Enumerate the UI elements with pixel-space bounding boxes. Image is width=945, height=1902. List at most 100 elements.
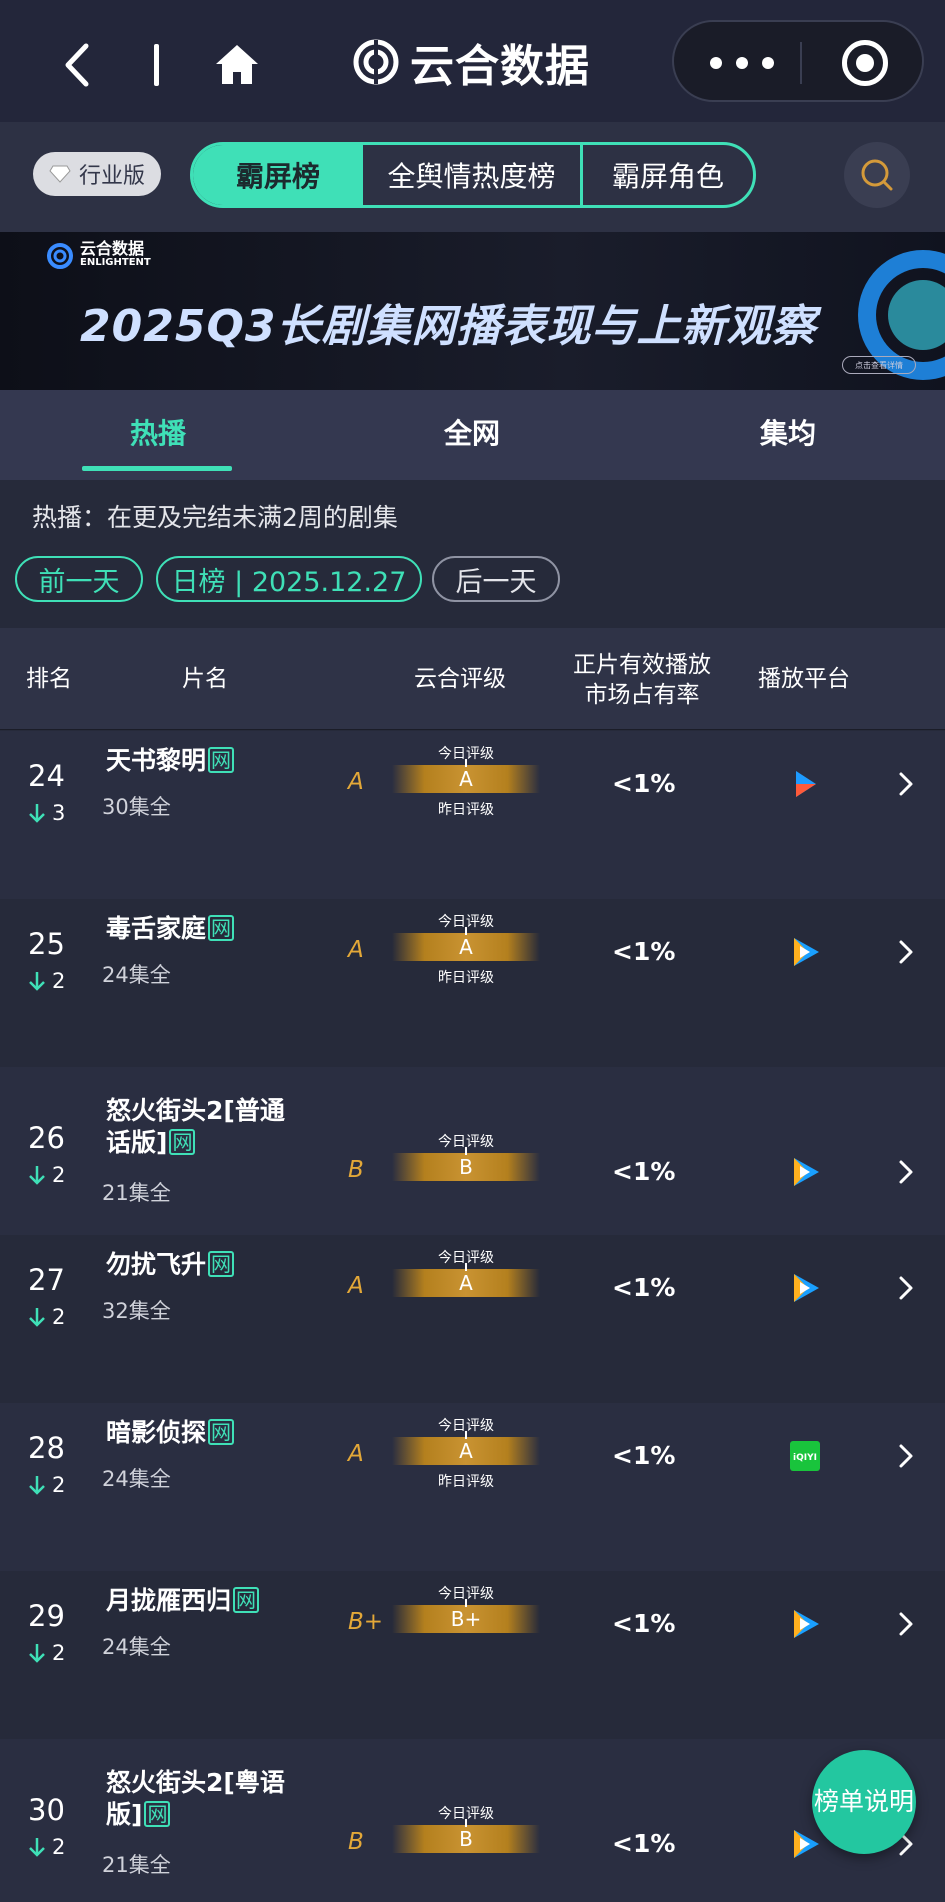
table-row[interactable]: 29 2 月拢雁西归网 24集全 B+ 今日评级 B+ <1% [0,1571,945,1739]
grade-bar: B [392,1147,540,1181]
nav-separator [154,44,159,86]
market-share: <1% [612,937,676,966]
rank-number: 26 [28,1121,65,1155]
rank-number: 28 [28,1431,65,1465]
table-row[interactable]: 26 2 怒火街头2[普通话版] 网 21集全 B 今日评级 B <1% [0,1067,945,1235]
tab-per-episode[interactable]: 集均 [760,412,816,452]
segment-screen-dominance[interactable]: 霸屏榜 [193,145,363,205]
episode-count: 32集全 [102,1299,171,1323]
banner-cta[interactable]: 点击查看详情 [842,356,916,374]
tencent-platform-icon [788,1827,822,1861]
more-menu-icon[interactable] [710,50,774,76]
grade-bar: B [392,1819,540,1853]
tencent-platform-icon [788,1607,822,1641]
web-series-tag: 网 [208,915,235,941]
grade-letter: B+ [348,1609,384,1635]
drama-title: 天书黎明网 [106,745,306,777]
rank-change-value: 2 [52,1163,66,1187]
drama-title-text: 暗影侦探 [106,1418,207,1447]
drama-title: 怒火街头2[普通话版] 网 [106,1095,306,1159]
drama-title-text: 勿扰飞升 [106,1250,207,1279]
app-title: 云合数据 [352,32,590,92]
chevron-right-icon[interactable] [896,1609,916,1639]
segment-dominant-roles[interactable]: 霸屏角色 [583,145,753,205]
web-series-tag: 网 [169,1129,196,1155]
grade-letter: B [348,1829,364,1855]
episode-count: 24集全 [102,963,171,987]
web-series-tag: 网 [208,1251,235,1277]
tab-all-network[interactable]: 全网 [444,412,500,452]
chevron-right-icon[interactable] [896,769,916,799]
rank-change-value: 2 [52,1305,66,1329]
market-share: <1% [612,1441,676,1470]
grade-letter: B [348,1157,364,1183]
banner-brand: 云合数据 ENLIGHTENT [80,241,151,270]
table-row[interactable]: 30 2 怒火街头2[粤语版] 网 21集全 B 今日评级 B <1% [0,1739,945,1902]
rank-number: 29 [28,1599,65,1633]
rank-change: 2 [28,1835,65,1859]
rank-number: 30 [28,1793,65,1827]
segment-sentiment-heat[interactable]: 全舆情热度榜 [363,145,583,205]
yesterday-grade-label: 昨日评级 [438,802,494,818]
drama-title-text: 天书黎明 [106,746,207,775]
down-arrow-icon [29,972,45,991]
prev-day-button[interactable]: 前一天 [15,556,143,602]
grade-bar: A [392,759,540,793]
today-grade-value: B+ [450,1607,482,1631]
drama-title: 月拢雁西归网 [106,1585,306,1617]
market-share: <1% [612,769,676,798]
yesterday-grade-label: 昨日评级 [438,1474,494,1490]
capsule-divider [800,42,802,84]
back-arrow-icon[interactable] [58,40,98,90]
drama-title-text: 怒火街头2[普通话版] [106,1096,285,1157]
filter-bar: 行业版 霸屏榜 全舆情热度榜 霸屏角色 [0,122,945,232]
home-icon[interactable] [212,40,262,90]
today-grade-value: A [459,1439,473,1463]
chevron-right-icon[interactable] [896,937,916,967]
chevron-right-icon[interactable] [896,1441,916,1471]
banner-logo: 云合数据 ENLIGHTENT [46,241,151,270]
down-arrow-icon [29,1644,45,1663]
episode-count: 21集全 [102,1853,171,1877]
chevron-right-icon[interactable] [896,1273,916,1303]
grade-letter: A [348,769,364,795]
tab-hot[interactable]: 热播 [130,412,186,452]
rank-number: 24 [28,759,65,793]
today-grade-value: B [459,1827,473,1851]
chevron-right-icon[interactable] [896,1157,916,1187]
rank-change-value: 2 [52,1835,66,1859]
market-share: <1% [612,1273,676,1302]
column-market-share: 正片有效播放市场占有率 [573,652,711,708]
grade-bar: A [392,1263,540,1297]
grade-bar: B+ [392,1599,540,1633]
episode-count: 24集全 [102,1467,171,1491]
grade-bar: A [392,1431,540,1465]
down-arrow-icon [29,1166,45,1185]
table-row[interactable]: 28 2 暗影侦探网 24集全 A 今日评级 A 昨日评级 <1% iQIYI [0,1403,945,1571]
app-title-text: 云合数据 [410,41,590,92]
promo-banner[interactable]: 云合数据 ENLIGHTENT 2025Q3长剧集网播表现与上新观察 点击查看详情 [0,232,945,390]
drama-title: 毒舌家庭网 [106,913,306,945]
next-day-button[interactable]: 后一天 [432,556,560,602]
drama-title-text: 月拢雁西归 [106,1586,232,1615]
ranking-tabs: 热播 全网 集均 [0,390,945,480]
close-target-icon[interactable] [842,40,888,86]
ranking-explanation-button[interactable]: 榜单说明 [812,1750,916,1854]
table-row[interactable]: 24 3 天书黎明网 30集全 A 今日评级 A 昨日评级 <1% [0,731,945,899]
grade-letter: A [348,1273,364,1299]
table-row[interactable]: 25 2 毒舌家庭网 24集全 A 今日评级 A 昨日评级 <1% [0,899,945,1067]
industry-edition-label: 行业版 [78,164,145,189]
table-row[interactable]: 27 2 勿扰飞升网 32集全 A 今日评级 A <1% [0,1235,945,1403]
banner-logo-icon [47,243,73,269]
date-selector[interactable]: 日榜 | 2025.12.27 [156,556,422,602]
rank-change: 2 [28,969,65,993]
rank-change: 2 [28,1641,65,1665]
rank-change: 2 [28,1473,65,1497]
web-series-tag: 网 [144,1801,171,1827]
search-icon[interactable] [844,142,910,208]
active-tab-indicator [82,466,232,471]
diamond-icon [49,165,71,183]
grade-letter: A [348,1441,364,1467]
episode-count: 21集全 [102,1181,171,1205]
industry-edition-button[interactable]: 行业版 [33,152,161,196]
